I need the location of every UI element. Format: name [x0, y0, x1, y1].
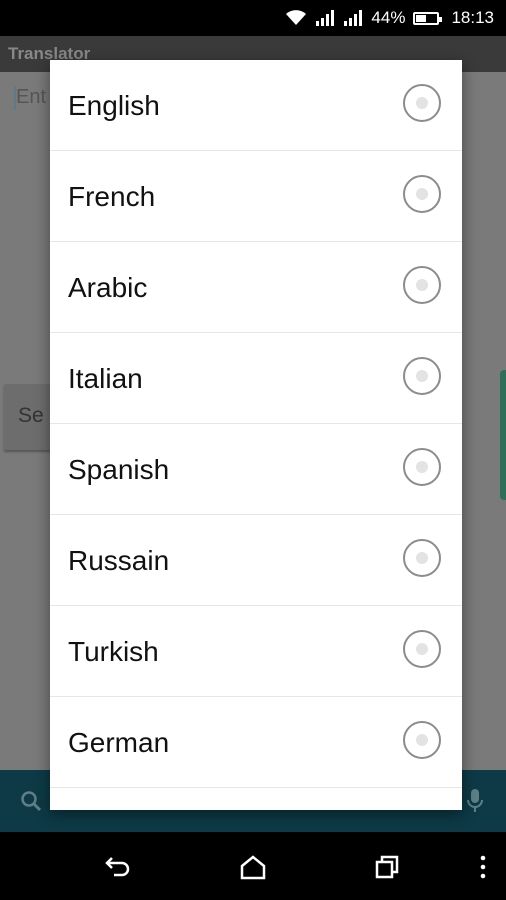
option-turkish[interactable]: Turkish — [50, 606, 462, 697]
option-label: Russain — [68, 545, 170, 576]
signal-icon — [315, 10, 335, 26]
option-italian[interactable]: Italian — [50, 333, 462, 424]
wifi-icon — [285, 9, 307, 27]
status-bar: 44% 18:13 — [0, 0, 506, 36]
overflow-menu-icon[interactable] — [466, 850, 500, 884]
clock: 18:13 — [451, 8, 494, 27]
translate-button-edge[interactable] — [500, 370, 506, 500]
radio-button[interactable] — [403, 84, 441, 122]
radio-button[interactable] — [403, 357, 441, 395]
option-german[interactable]: German — [50, 697, 462, 788]
option-label: German — [68, 727, 170, 758]
home-icon[interactable] — [236, 850, 270, 884]
option-russian[interactable]: Russain — [50, 515, 462, 606]
option-french[interactable]: French — [50, 151, 462, 242]
option-english[interactable]: English — [50, 60, 462, 151]
radio-button[interactable] — [403, 175, 441, 213]
option-arabic[interactable]: Arabic — [50, 242, 462, 333]
recent-apps-icon[interactable] — [370, 850, 404, 884]
option-label: English — [68, 90, 160, 121]
option-label: Italian — [68, 363, 143, 394]
signal-icon-2 — [343, 10, 363, 26]
option-label: Arabic — [68, 272, 148, 303]
battery-icon — [413, 11, 443, 25]
screen: 44% 18:13 Translator Ent Se English Fren… — [0, 0, 506, 900]
option-spanish[interactable]: Spanish — [50, 424, 462, 515]
option-label: French — [68, 181, 156, 212]
radio-button[interactable] — [403, 630, 441, 668]
mic-icon[interactable] — [466, 788, 484, 814]
radio-button[interactable] — [403, 448, 441, 486]
back-icon[interactable] — [102, 850, 136, 884]
navigation-bar — [0, 832, 506, 900]
radio-button[interactable] — [403, 721, 441, 759]
language-dialog: English French Arabic Italian Spanish Ru… — [50, 60, 462, 810]
battery-percent: 44% — [371, 8, 406, 27]
radio-button[interactable] — [403, 539, 441, 577]
option-label: Spanish — [68, 454, 170, 485]
text-input-hint[interactable]: Ent — [16, 86, 46, 109]
option-label: Turkish — [68, 636, 159, 667]
radio-button[interactable] — [403, 266, 441, 304]
search-icon[interactable] — [20, 790, 42, 812]
